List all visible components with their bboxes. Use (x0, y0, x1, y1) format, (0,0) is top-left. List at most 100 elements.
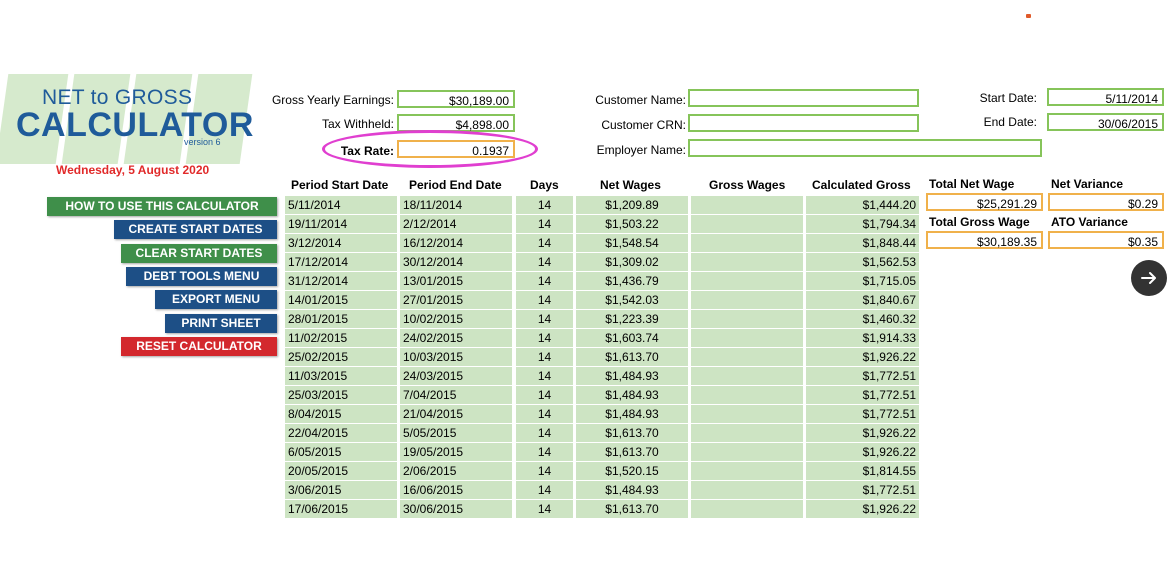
create-start-dates-button[interactable]: CREATE START DATES (114, 220, 277, 239)
cell-period-start: 25/02/2015 (285, 348, 397, 366)
cell-days: 14 (516, 424, 573, 442)
cell-net-wages: $1,309.02 (576, 253, 688, 271)
total-net-wage-field: $25,291.29 (926, 193, 1043, 211)
cell-net-wages: $1,503.22 (576, 215, 688, 233)
print-sheet-button[interactable]: PRINT SHEET (165, 314, 277, 333)
debt-tools-menu-button[interactable]: DEBT TOOLS MENU (126, 267, 277, 286)
cell-calculated-gross: $1,848.44 (806, 234, 919, 252)
cell-period-start: 31/12/2014 (285, 272, 397, 290)
cell-days: 14 (516, 196, 573, 214)
net-variance-label: Net Variance (1051, 177, 1124, 191)
clear-start-dates-button[interactable]: CLEAR START DATES (121, 244, 277, 263)
cell-period-start: 20/05/2015 (285, 462, 397, 480)
customer-crn-field[interactable] (688, 114, 919, 132)
cell-calculated-gross: $1,814.55 (806, 462, 919, 480)
cell-period-start: 19/11/2014 (285, 215, 397, 233)
cell-gross-wages[interactable] (691, 329, 803, 347)
cell-period-end: 16/06/2015 (400, 481, 512, 499)
cell-gross-wages[interactable] (691, 348, 803, 366)
cell-net-wages: $1,223.39 (576, 310, 688, 328)
cell-calculated-gross: $1,772.51 (806, 481, 919, 499)
cell-period-end: 24/03/2015 (400, 367, 512, 385)
gross-yearly-earnings-field[interactable]: $30,189.00 (397, 90, 515, 108)
total-gross-wage-label: Total Gross Wage (929, 215, 1030, 229)
cell-days: 14 (516, 329, 573, 347)
cell-gross-wages[interactable] (691, 234, 803, 252)
cell-period-start: 3/12/2014 (285, 234, 397, 252)
cell-net-wages: $1,484.93 (576, 367, 688, 385)
cell-gross-wages[interactable] (691, 310, 803, 328)
cell-gross-wages[interactable] (691, 462, 803, 480)
cell-gross-wages[interactable] (691, 367, 803, 385)
cell-net-wages: $1,613.70 (576, 424, 688, 442)
cell-period-end: 21/04/2015 (400, 405, 512, 423)
cell-period-end: 16/12/2014 (400, 234, 512, 252)
gross-yearly-earnings-label: Gross Yearly Earnings: (271, 93, 394, 107)
cell-net-wages: $1,436.79 (576, 272, 688, 290)
ato-variance-field: $0.35 (1048, 231, 1164, 249)
cell-gross-wages[interactable] (691, 424, 803, 442)
cell-period-end: 2/12/2014 (400, 215, 512, 233)
cell-net-wages: $1,613.70 (576, 443, 688, 461)
end-date-label: End Date: (983, 115, 1037, 129)
cell-gross-wages[interactable] (691, 196, 803, 214)
cell-period-start: 6/05/2015 (285, 443, 397, 461)
how-to-use-button[interactable]: HOW TO USE THIS CALCULATOR (47, 197, 277, 216)
cell-calculated-gross: $1,926.22 (806, 443, 919, 461)
end-date-field[interactable]: 30/06/2015 (1047, 113, 1164, 131)
cell-days: 14 (516, 462, 573, 480)
cell-net-wages: $1,209.89 (576, 196, 688, 214)
export-menu-button[interactable]: EXPORT MENU (155, 290, 277, 309)
cell-gross-wages[interactable] (691, 386, 803, 404)
cell-net-wages: $1,603.74 (576, 329, 688, 347)
cell-gross-wages[interactable] (691, 272, 803, 290)
cell-period-end: 18/11/2014 (400, 196, 512, 214)
cell-period-start: 11/03/2015 (285, 367, 397, 385)
header-gross-wages: Gross Wages (709, 178, 786, 192)
cell-period-end: 30/12/2014 (400, 253, 512, 271)
cell-calculated-gross: $1,926.22 (806, 424, 919, 442)
cell-gross-wages[interactable] (691, 443, 803, 461)
cell-period-end: 30/06/2015 (400, 500, 512, 518)
cell-calculated-gross: $1,444.20 (806, 196, 919, 214)
header-period-start: Period Start Date (291, 178, 389, 192)
employer-name-field[interactable] (688, 139, 1042, 157)
tax-rate-field[interactable]: 0.1937 (397, 140, 515, 158)
employer-name-label: Employer Name: (596, 143, 686, 157)
cell-calculated-gross: $1,460.32 (806, 310, 919, 328)
cell-days: 14 (516, 386, 573, 404)
arrow-right-icon[interactable] (1131, 260, 1167, 296)
customer-crn-label: Customer CRN: (601, 118, 686, 132)
cell-gross-wages[interactable] (691, 253, 803, 271)
ato-variance-label: ATO Variance (1051, 215, 1128, 229)
cell-gross-wages[interactable] (691, 500, 803, 518)
cell-net-wages: $1,542.03 (576, 291, 688, 309)
customer-name-label: Customer Name: (595, 93, 686, 107)
cell-gross-wages[interactable] (691, 481, 803, 499)
cell-days: 14 (516, 272, 573, 290)
tax-withheld-field[interactable]: $4,898.00 (397, 114, 515, 132)
cell-net-wages: $1,548.54 (576, 234, 688, 252)
corner-mark (1026, 14, 1031, 18)
cell-days: 14 (516, 291, 573, 309)
reset-calculator-button[interactable]: RESET CALCULATOR (121, 337, 277, 356)
tax-withheld-label: Tax Withheld: (321, 117, 394, 131)
cell-gross-wages[interactable] (691, 215, 803, 233)
cell-calculated-gross: $1,715.05 (806, 272, 919, 290)
start-date-field[interactable]: 5/11/2014 (1047, 88, 1164, 106)
cell-period-start: 17/12/2014 (285, 253, 397, 271)
cell-days: 14 (516, 500, 573, 518)
cell-period-start: 28/01/2015 (285, 310, 397, 328)
cell-net-wages: $1,484.93 (576, 481, 688, 499)
total-net-wage-label: Total Net Wage (929, 177, 1015, 191)
cell-gross-wages[interactable] (691, 291, 803, 309)
cell-period-start: 8/04/2015 (285, 405, 397, 423)
cell-period-end: 24/02/2015 (400, 329, 512, 347)
customer-name-field[interactable] (688, 89, 919, 107)
cell-gross-wages[interactable] (691, 405, 803, 423)
cell-period-end: 13/01/2015 (400, 272, 512, 290)
cell-days: 14 (516, 234, 573, 252)
cell-calculated-gross: $1,772.51 (806, 367, 919, 385)
cell-period-end: 10/02/2015 (400, 310, 512, 328)
header-period-end: Period End Date (409, 178, 502, 192)
